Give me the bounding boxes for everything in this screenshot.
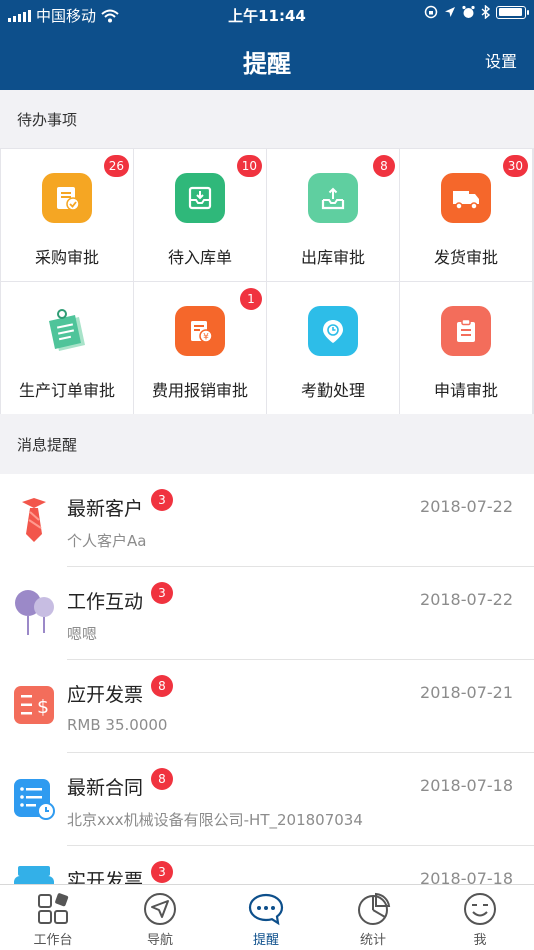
alarm-icon	[462, 5, 475, 18]
message-title: 工作互动	[67, 591, 144, 613]
message-item-invoice-due[interactable]: $ 应开发票 8 RMB 35.0000 2018-07-21	[0, 660, 534, 753]
todo-item-label: 费用报销审批	[151, 381, 248, 400]
todo-item-delivery[interactable]: 发货审批 30	[400, 149, 532, 281]
message-date: 2018-07-18	[420, 869, 513, 884]
todo-badge: 10	[236, 155, 262, 177]
todo-item-attendance[interactable]: 考勤处理	[267, 282, 399, 414]
message-title: 最新合同	[67, 777, 144, 799]
message-title: 最新客户	[67, 498, 144, 520]
message-badge: 8	[151, 675, 173, 697]
lock-rotation-icon	[424, 5, 438, 19]
invoice-dollar-icon: $	[14, 686, 54, 724]
expense-receipt-icon: ¥	[175, 306, 225, 356]
message-date: 2018-07-21	[420, 683, 513, 702]
tab-bar: 工作台 导航 提醒 统计 我	[0, 884, 534, 950]
message-item-work-interaction[interactable]: 工作互动 3 嗯嗯 2018-07-22	[0, 567, 534, 660]
messages-section-label: 消息提醒	[17, 436, 78, 454]
tab-workbench[interactable]: 工作台	[0, 885, 106, 950]
chat-bubble-icon	[248, 893, 284, 926]
tab-statistics[interactable]: 统计	[320, 885, 426, 950]
todo-badge: 30	[502, 155, 528, 177]
tab-me[interactable]: 我	[427, 885, 533, 950]
message-badge: 8	[151, 768, 173, 790]
todo-item-production-order[interactable]: 生产订单审批	[1, 282, 133, 414]
status-bar: 中国移动 上午11:44	[0, 0, 534, 28]
workbench-grid-icon	[38, 893, 69, 924]
message-badge: 3	[151, 582, 173, 604]
svg-text:$: $	[37, 696, 49, 718]
todo-item-outbound[interactable]: 出库审批 8	[267, 149, 399, 281]
todo-grid: 采购审批 26 待入库单 10 出库审批 8 发货审批 30 生产订单审批 ¥ …	[0, 148, 534, 414]
todo-item-application[interactable]: 申请审批	[400, 282, 532, 414]
inbound-tray-icon	[175, 173, 225, 223]
purchase-approval-icon	[42, 173, 92, 223]
todo-item-label: 采购审批	[34, 248, 99, 267]
message-subtitle: 嗯嗯	[67, 625, 98, 643]
printer-invoice-icon	[14, 866, 54, 884]
message-date: 2018-07-22	[420, 497, 513, 516]
message-subtitle: 个人客户Aa	[67, 532, 147, 550]
tab-reminders[interactable]: 提醒	[213, 885, 319, 950]
message-item-new-customer[interactable]: 最新客户 3 个人客户Aa 2018-07-22	[0, 474, 534, 567]
message-item-issued-invoice[interactable]: 实开发票 3 2018-07-18	[0, 846, 534, 884]
todo-item-label: 出库审批	[300, 248, 365, 267]
settings-button[interactable]: 设置	[485, 48, 517, 72]
attendance-location-icon	[308, 306, 358, 356]
message-subtitle: 北京xxx机械设备有限公司-HT_201807034	[67, 811, 363, 829]
battery-icon	[496, 5, 529, 19]
message-date: 2018-07-18	[420, 776, 513, 795]
todo-badge: 8	[373, 155, 395, 177]
message-subtitle: RMB 35.0000	[67, 716, 168, 734]
tab-label: 导航	[146, 933, 173, 948]
message-badge: 3	[151, 489, 173, 511]
todo-item-expense[interactable]: ¥ 费用报销审批 1	[134, 282, 266, 414]
todo-item-label: 待入库单	[167, 248, 232, 267]
delivery-truck-icon	[441, 173, 491, 223]
outbound-tray-icon	[308, 173, 358, 223]
bluetooth-icon	[481, 5, 490, 19]
navigation-arrow-icon	[144, 893, 176, 925]
application-clipboard-icon	[441, 306, 491, 356]
todo-item-purchase-approval[interactable]: 采购审批 26	[1, 149, 133, 281]
message-badge: 3	[151, 861, 173, 883]
message-title: 实开发票	[67, 870, 144, 884]
todo-item-label: 申请审批	[433, 381, 498, 400]
message-date: 2018-07-22	[420, 590, 513, 609]
todo-item-label: 生产订单审批	[18, 381, 115, 400]
message-title: 应开发票	[67, 684, 144, 706]
todo-badge: 26	[103, 155, 129, 177]
todo-section-label: 待办事项	[17, 111, 78, 129]
page-title: 提醒	[243, 50, 291, 78]
production-order-icon	[42, 306, 92, 356]
svg-text:¥: ¥	[203, 333, 209, 343]
tab-label: 我	[473, 933, 487, 948]
tab-label: 统计	[359, 933, 386, 948]
todo-item-inbound[interactable]: 待入库单 10	[134, 149, 266, 281]
pie-chart-icon	[358, 892, 391, 925]
app-header: 中国移动 上午11:44 提醒 设置	[0, 0, 534, 90]
todo-item-label: 发货审批	[433, 248, 498, 267]
balloons-icon	[15, 590, 54, 635]
todo-item-label: 考勤处理	[300, 381, 365, 400]
tab-label: 提醒	[252, 933, 279, 948]
tab-navigation[interactable]: 导航	[107, 885, 213, 950]
todo-badge: 1	[240, 288, 262, 310]
message-list: 最新客户 3 个人客户Aa 2018-07-22 工作互动 3 嗯嗯 2018-…	[0, 474, 534, 884]
tab-label: 工作台	[33, 933, 73, 948]
contract-list-icon	[14, 779, 55, 820]
message-item-new-contract[interactable]: 最新合同 8 北京xxx机械设备有限公司-HT_201807034 2018-0…	[0, 753, 534, 846]
smiley-face-icon	[464, 893, 496, 925]
tie-icon	[22, 498, 46, 542]
location-arrow-icon	[445, 7, 455, 17]
